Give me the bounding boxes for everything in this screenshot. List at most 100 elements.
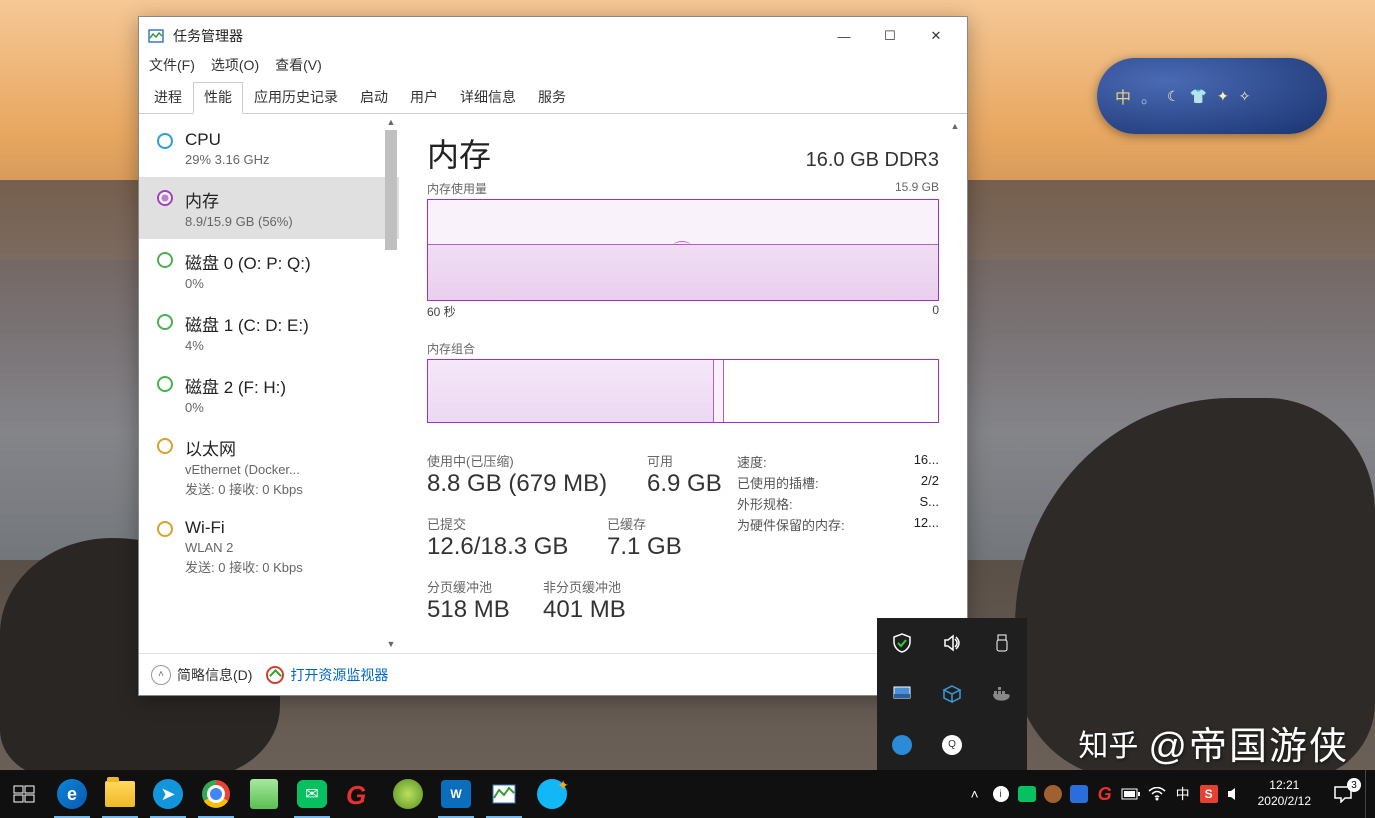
taskbar-explorer[interactable] xyxy=(96,770,144,818)
taskbar-app-qq[interactable]: ✦ xyxy=(528,770,576,818)
sidebar-scrollbar[interactable]: ▲ ▼ xyxy=(383,114,399,652)
graph-max-label: 15.9 GB xyxy=(895,180,939,197)
stat-in-use-label: 使用中(已压缩) xyxy=(427,451,607,470)
monitor-icon[interactable] xyxy=(891,683,913,705)
shirt-icon: 👕 xyxy=(1190,88,1207,105)
tab-users[interactable]: 用户 xyxy=(399,82,449,114)
moon-icon: ☾ xyxy=(1167,88,1180,105)
taskbar-app-thunder[interactable]: ➤ xyxy=(144,770,192,818)
windows-security-icon[interactable] xyxy=(891,632,913,654)
tray-sogou-icon[interactable]: S xyxy=(1196,770,1222,818)
stats-right-column: 速度:16... 已使用的插槽:2/2 外形规格:S... 为硬件保留的内存:1… xyxy=(737,451,939,640)
memory-composition-graph[interactable] xyxy=(427,359,939,423)
fewer-details-button[interactable]: ˄ 简略信息(D) xyxy=(151,665,252,685)
usb-eject-icon[interactable] xyxy=(991,632,1013,654)
zhihu-logo: 知乎 xyxy=(1078,721,1138,765)
tray-ime-icon[interactable]: 中 xyxy=(1170,770,1196,818)
system-tray-overflow: Q xyxy=(877,618,1027,770)
composition-used xyxy=(428,360,714,422)
clock-date: 2020/2/12 xyxy=(1258,794,1311,810)
task-view-button[interactable] xyxy=(0,770,48,818)
stat-cached-value: 7.1 GB xyxy=(607,533,737,561)
menu-bar: 文件(F) 选项(O) 查看(V) xyxy=(139,55,967,81)
sidebar-item-wifi[interactable]: Wi-FiWLAN 2发送: 0 接收: 0 Kbps xyxy=(139,508,399,586)
open-resource-monitor-link[interactable]: 打开资源监视器 xyxy=(266,665,388,685)
taskbar-chrome[interactable] xyxy=(192,770,240,818)
performance-sidebar: CPU29% 3.16 GHz 内存8.9/15.9 GB (56%) 磁盘 0… xyxy=(139,114,399,652)
tray-avatar-icon[interactable] xyxy=(1040,770,1066,818)
show-desktop-button[interactable] xyxy=(1365,770,1371,818)
action-center-button[interactable]: 3 xyxy=(1321,770,1365,818)
maximize-button[interactable]: ☐ xyxy=(867,21,913,51)
tray-battery-icon[interactable] xyxy=(1118,770,1144,818)
tab-bar: 进程 性能 应用历史记录 启动 用户 详细信息 服务 xyxy=(139,81,967,114)
composition-cache xyxy=(714,360,724,422)
memory-detail-panel: 内存 16.0 GB DDR3 内存使用量 15.9 GB 60 秒 0 内存组… xyxy=(399,114,967,652)
composition-label: 内存组合 xyxy=(427,340,939,357)
star-icon: ✦ xyxy=(1217,88,1229,105)
clock-time: 12:21 xyxy=(1258,778,1311,794)
sidebar-item-disk2[interactable]: 磁盘 2 (F: H:)0% xyxy=(139,363,399,425)
detail-scrollbar[interactable]: ▲ ▼ xyxy=(947,114,963,652)
sound-icon[interactable] xyxy=(941,632,963,654)
tray-volume-icon[interactable] xyxy=(1222,770,1248,818)
sidebar-item-disk1[interactable]: 磁盘 1 (C: D: E:)4% xyxy=(139,301,399,363)
virtualbox-icon[interactable] xyxy=(941,683,963,705)
memory-spec: 16.0 GB DDR3 xyxy=(806,149,939,172)
tray-blue-icon[interactable] xyxy=(1066,770,1092,818)
taskbar: e ➤ ✉ G W ✦ ˄ i G 中 S 12:21 2020/2/12 3 xyxy=(0,770,1375,818)
taskbar-notepad[interactable] xyxy=(240,770,288,818)
axis-left: 60 秒 xyxy=(427,303,456,320)
taskbar-app-green[interactable] xyxy=(384,770,432,818)
tab-performance[interactable]: 性能 xyxy=(193,82,243,114)
titlebar[interactable]: 任务管理器 — ☐ ✕ xyxy=(139,17,967,55)
tray-wifi-icon[interactable] xyxy=(1144,770,1170,818)
tray-wechat-icon[interactable] xyxy=(1014,770,1040,818)
menu-file[interactable]: 文件(F) xyxy=(149,55,195,75)
taskbar-edge[interactable]: e xyxy=(48,770,96,818)
taskbar-wechat[interactable]: ✉ xyxy=(288,770,336,818)
tab-services[interactable]: 服务 xyxy=(527,82,577,114)
stat-committed-label: 已提交 xyxy=(427,514,607,533)
memory-usage-graph[interactable] xyxy=(427,199,939,301)
watermark: 知乎 @帝国游侠 xyxy=(1078,715,1349,770)
menu-view[interactable]: 查看(V) xyxy=(275,55,322,75)
sparkle-icon: ✧ xyxy=(1239,88,1251,105)
graph-usage-label: 内存使用量 xyxy=(427,180,487,197)
taskbar-wps[interactable]: W xyxy=(432,770,480,818)
disk-graph-icon xyxy=(157,376,173,392)
window-title: 任务管理器 xyxy=(173,26,821,46)
network-graph-icon xyxy=(157,521,173,537)
docker-icon[interactable] xyxy=(991,683,1013,705)
taskbar-foxit[interactable]: G xyxy=(336,770,384,818)
minimize-button[interactable]: — xyxy=(821,21,867,51)
menu-options[interactable]: 选项(O) xyxy=(211,55,259,75)
taskbar-clock[interactable]: 12:21 2020/2/12 xyxy=(1248,778,1321,809)
qq-icon[interactable]: Q xyxy=(941,734,963,756)
sidebar-item-ethernet[interactable]: 以太网vEthernet (Docker...发送: 0 接收: 0 Kbps xyxy=(139,425,399,508)
tab-processes[interactable]: 进程 xyxy=(143,82,193,114)
tab-details[interactable]: 详细信息 xyxy=(449,82,527,114)
tray-red-icon[interactable]: G xyxy=(1092,770,1118,818)
scroll-down-icon[interactable]: ▼ xyxy=(383,636,399,652)
todesk-icon[interactable] xyxy=(891,734,913,756)
stat-in-use-value: 8.8 GB (679 MB) xyxy=(427,470,607,498)
sidebar-item-disk0[interactable]: 磁盘 0 (O: P: Q:)0% xyxy=(139,239,399,301)
scroll-up-icon[interactable]: ▲ xyxy=(947,118,963,134)
scrollbar-thumb[interactable] xyxy=(385,130,397,250)
close-button[interactable]: ✕ xyxy=(913,21,959,51)
disk-graph-icon xyxy=(157,314,173,330)
ime-lang-label: 中 xyxy=(1115,84,1131,108)
ime-floating-widget[interactable]: 中 。 ☾ 👕 ✦ ✧ xyxy=(1097,58,1327,134)
tab-startup[interactable]: 启动 xyxy=(349,82,399,114)
chevron-up-icon: ˄ xyxy=(151,665,171,685)
sidebar-item-memory[interactable]: 内存8.9/15.9 GB (56%) xyxy=(139,177,399,239)
stat-nonpaged-label: 非分页缓冲池 xyxy=(543,577,626,596)
taskbar-task-manager[interactable] xyxy=(480,770,528,818)
tab-history[interactable]: 应用历史记录 xyxy=(243,82,349,114)
ime-sep: 。 xyxy=(1141,84,1157,108)
tray-app1-icon[interactable]: i xyxy=(988,770,1014,818)
scroll-up-icon[interactable]: ▲ xyxy=(383,114,399,130)
tray-overflow-button[interactable]: ˄ xyxy=(962,770,988,818)
sidebar-item-cpu[interactable]: CPU29% 3.16 GHz xyxy=(139,120,399,177)
